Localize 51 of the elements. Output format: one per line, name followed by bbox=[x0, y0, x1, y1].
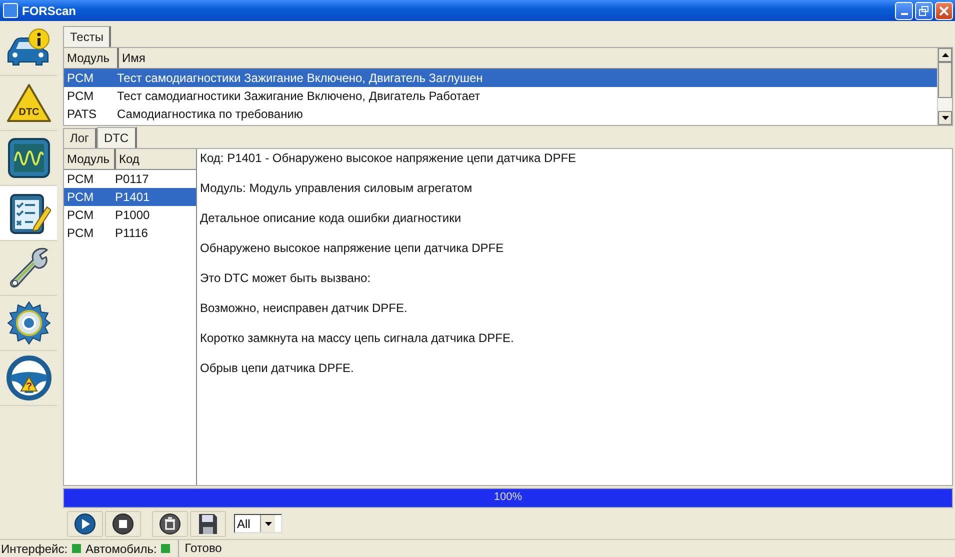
detail-text: Обнаружено высокое напряжение цепи датчика DPFE bbox=[200, 241, 505, 257]
status-message: Готово bbox=[178, 540, 955, 557]
gear-icon bbox=[6, 300, 52, 346]
close-button[interactable] bbox=[935, 2, 953, 20]
status-label: Интерфейс: bbox=[0, 542, 69, 556]
progress-reading: 100% bbox=[492, 491, 524, 503]
tab[interactable]: DTC bbox=[96, 127, 137, 148]
table-row[interactable]: PATS Самодиагностика по требованию bbox=[64, 105, 937, 123]
minimize-icon bbox=[900, 12, 908, 14]
restore-icon bbox=[919, 6, 929, 16]
stop-icon bbox=[112, 512, 134, 534]
close-icon bbox=[939, 6, 949, 16]
restore-button[interactable] bbox=[915, 2, 933, 20]
toolbar-button[interactable] bbox=[152, 510, 188, 536]
toolbar-button[interactable] bbox=[190, 510, 226, 536]
car-info-icon bbox=[6, 28, 52, 68]
status-label: Автомобиль: bbox=[84, 542, 158, 556]
app-icon bbox=[3, 3, 18, 18]
column-header[interactable]: Имя bbox=[119, 48, 937, 68]
toolbar-button[interactable] bbox=[67, 510, 103, 536]
detail-text: Возможно, неисправен датчик DPFE. bbox=[200, 301, 408, 317]
table-row[interactable]: PCM P1000 bbox=[64, 206, 196, 224]
toolbar-button[interactable] bbox=[105, 510, 141, 536]
detail-text: Детальное описание кода ошибки диагностики bbox=[200, 211, 462, 227]
oscilloscope-icon bbox=[6, 137, 50, 179]
window-title: FORScan bbox=[22, 4, 78, 18]
scroll-down-icon[interactable] bbox=[938, 111, 952, 125]
detail-text: Код: P1401 - Обнаружено высокое напряжение цепи датчика DPFE bbox=[200, 151, 578, 167]
play-icon bbox=[74, 512, 96, 534]
tab[interactable]: Тесты bbox=[63, 26, 112, 47]
tab[interactable]: Лог bbox=[63, 128, 97, 148]
table-row[interactable]: PCM P0117 bbox=[64, 170, 196, 188]
minimize-button[interactable] bbox=[895, 2, 913, 20]
scrollbar-thumb[interactable] bbox=[938, 62, 952, 98]
scroll-up-icon[interactable] bbox=[938, 48, 952, 62]
table-row[interactable]: PCM Тест самодиагностики Зажигание Включено, Двигатель Работает bbox=[64, 87, 937, 105]
caret-icon bbox=[260, 515, 275, 532]
filter-dropdown[interactable]: All bbox=[234, 514, 282, 533]
table-row[interactable]: PCM P1116 bbox=[64, 224, 196, 242]
column-header[interactable]: Код bbox=[116, 149, 142, 169]
detail-text: Это DTC может быть вызвано: bbox=[200, 271, 372, 287]
detail-text: Модуль: Модуль управления силовым агрегатом bbox=[200, 181, 474, 197]
trash-icon bbox=[159, 512, 181, 534]
warning-triangle-icon: DTC bbox=[6, 83, 52, 123]
detail-text: Коротко замкнута на массу цепь сигнала датчика DPFE. bbox=[200, 331, 515, 347]
table-row[interactable]: PCM Тест самодиагностики Зажигание Включено, Двигатель Заглушен bbox=[64, 69, 937, 87]
detail-text: Обрыв цепи датчика DPFE. bbox=[200, 361, 355, 377]
sidebar-button[interactable] bbox=[0, 186, 57, 241]
table-row[interactable]: PCM P1401 bbox=[64, 188, 196, 206]
steering-wheel-icon: ? bbox=[6, 355, 52, 401]
column-header[interactable]: Модуль bbox=[64, 149, 116, 169]
